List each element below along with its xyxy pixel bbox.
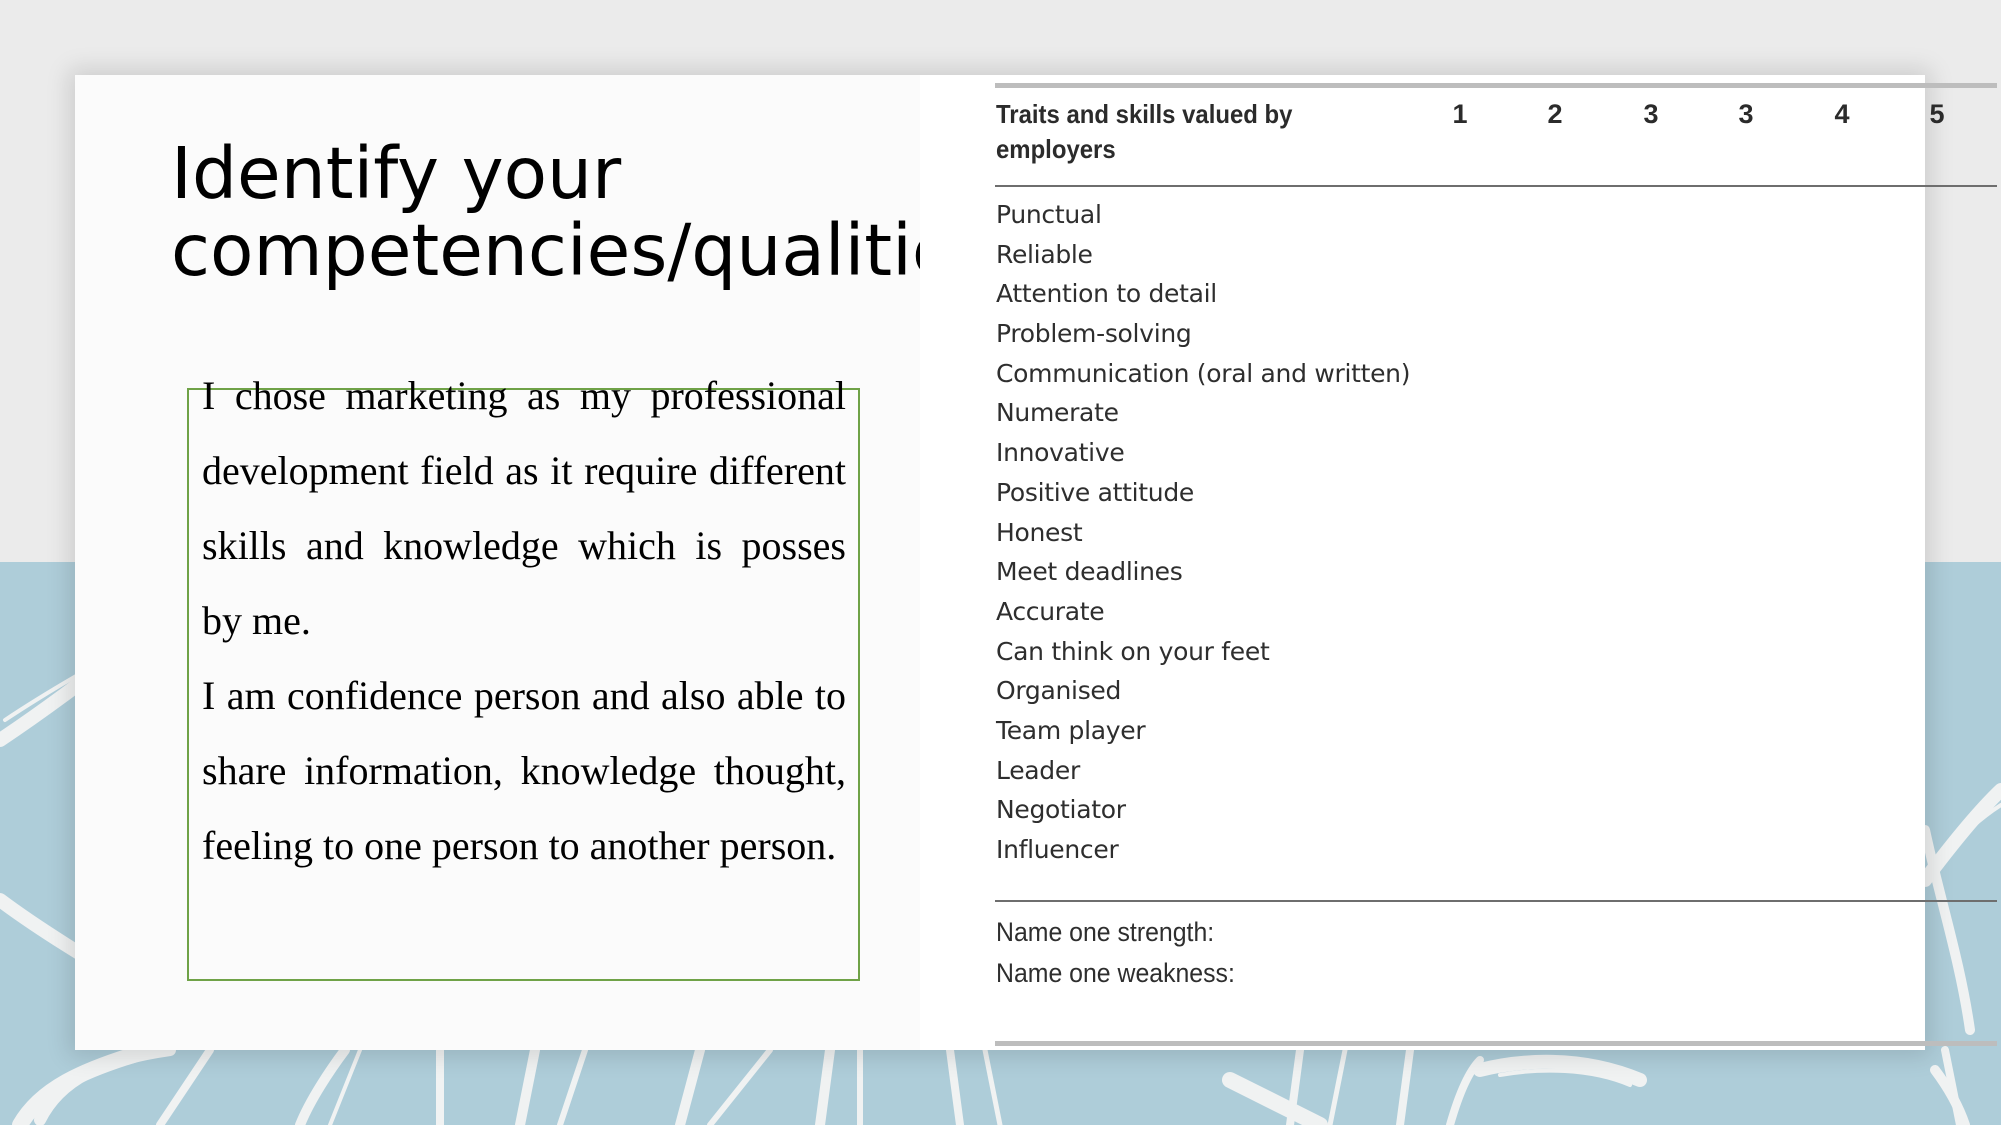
weakness-prompt: Name one weakness: bbox=[996, 958, 1235, 988]
traits-table: Traits and skills valued by employers 1 … bbox=[920, 75, 1997, 1050]
body-paragraph: I am confidence person and also able to … bbox=[202, 673, 846, 868]
trait-row: Punctual bbox=[996, 200, 1102, 229]
trait-row: Organised bbox=[996, 676, 1122, 706]
rating-column-header: 4 bbox=[1834, 99, 1850, 129]
rating-column-header: 3 bbox=[1643, 99, 1659, 129]
trait-row: Can think on your feet bbox=[996, 636, 1270, 666]
traits-list: Punctual Reliable Attention to detail Pr… bbox=[996, 195, 1410, 870]
leaf-shape bbox=[675, 1045, 705, 1125]
trait-row: Problem-solving bbox=[996, 319, 1192, 349]
trait-row: Leader bbox=[996, 755, 1080, 785]
leaf-shape bbox=[34, 1044, 176, 1125]
table-top-rule bbox=[995, 83, 1997, 88]
trait-row: Team player bbox=[996, 715, 1146, 745]
body-text: I chose marketing as my professional dev… bbox=[202, 358, 846, 883]
table-bottom-rule bbox=[995, 1041, 1997, 1046]
body-paragraph: I chose marketing as my professional dev… bbox=[202, 373, 846, 643]
trait-row: Communication (oral and written) bbox=[996, 358, 1411, 388]
leaf-shape bbox=[1396, 1046, 1414, 1125]
trait-row: Meet deadlines bbox=[996, 557, 1183, 587]
footer-divider bbox=[995, 900, 1997, 902]
leaf-shape bbox=[982, 1047, 1003, 1125]
leaf-shape bbox=[946, 1046, 964, 1125]
leaf-shape bbox=[1327, 1047, 1348, 1125]
leaf-shape bbox=[557, 1047, 588, 1125]
rating-column-header: 1 bbox=[1452, 99, 1468, 129]
header-divider bbox=[995, 185, 1997, 187]
trait-row: Attention to detail bbox=[996, 279, 1217, 309]
trait-row: Reliable bbox=[996, 239, 1093, 269]
trait-row: Innovative bbox=[996, 438, 1125, 468]
trait-row: Numerate bbox=[996, 398, 1119, 428]
trait-row: Influencer bbox=[996, 835, 1119, 864]
leaf-shape bbox=[295, 1045, 350, 1125]
leaf-shape bbox=[515, 1045, 540, 1125]
slide-title: Identify your competencies/qualities bbox=[171, 132, 993, 292]
strength-prompt: Name one strength: bbox=[996, 917, 1215, 947]
trait-row: Positive attitude bbox=[996, 477, 1194, 507]
trait-row: Negotiator bbox=[996, 795, 1126, 825]
trait-row: Accurate bbox=[996, 596, 1105, 626]
leaf-shape bbox=[1248, 1088, 1322, 1125]
leaf-shape bbox=[815, 1045, 835, 1125]
slide-card: Identify your competencies/qualities I c… bbox=[75, 75, 1997, 1050]
trait-row: Honest bbox=[996, 517, 1083, 547]
leaf-shape bbox=[156, 1046, 214, 1125]
rating-column-header: 5 bbox=[1929, 99, 1945, 129]
rating-column-header: 3 bbox=[1738, 99, 1754, 129]
leaf-shape bbox=[707, 1047, 773, 1125]
table-header-label: Traits and skills valued by employers bbox=[996, 99, 1293, 164]
rating-column-header: 2 bbox=[1547, 99, 1563, 129]
